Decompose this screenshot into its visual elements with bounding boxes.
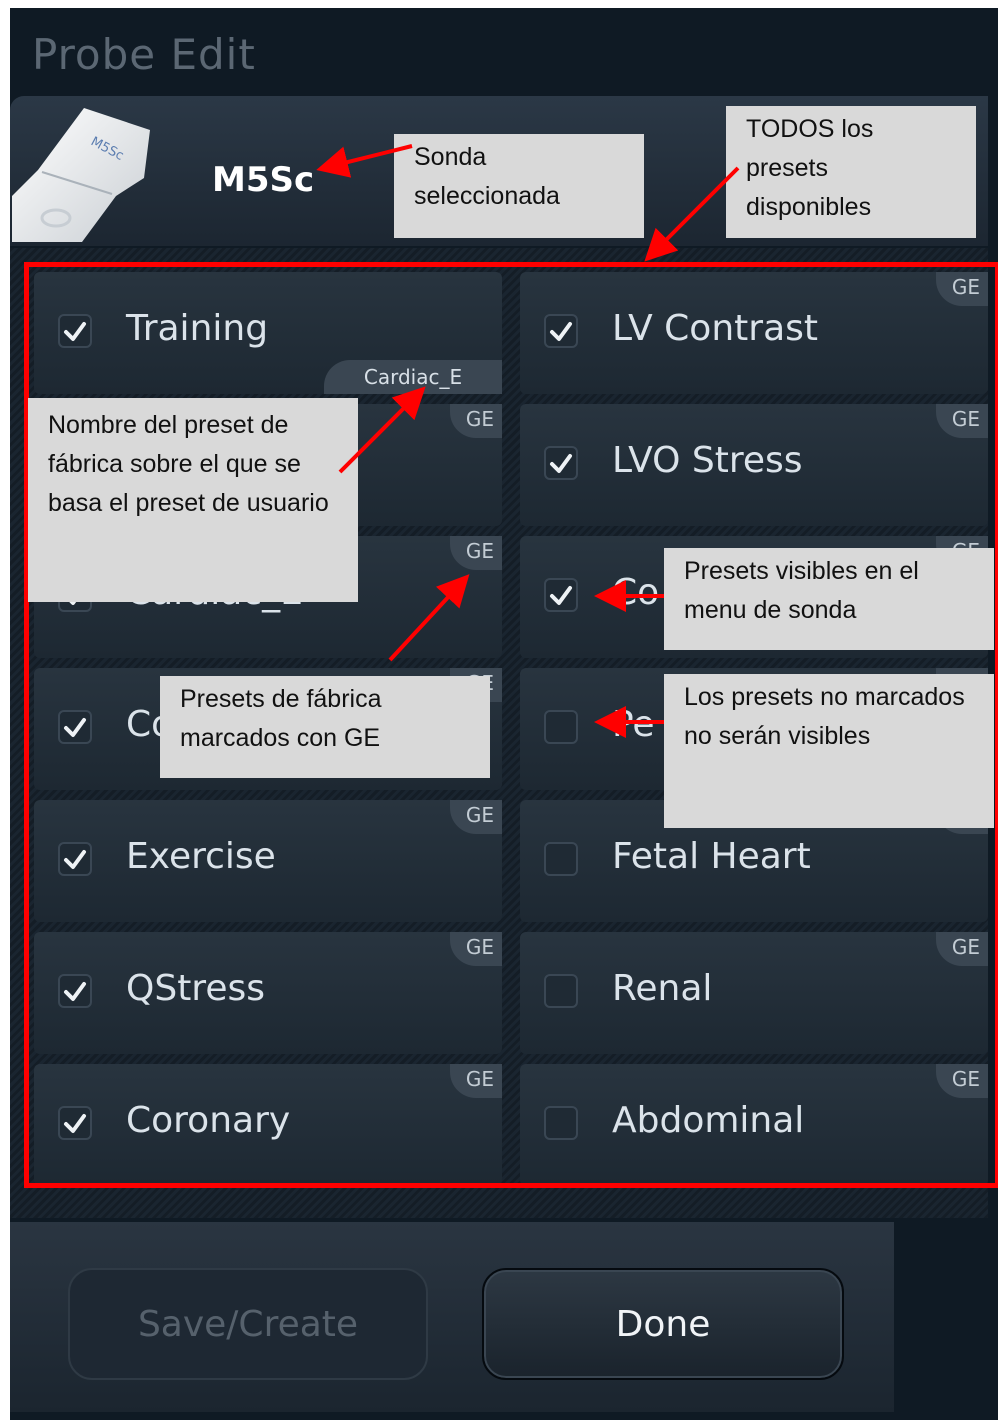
arrow-all-presets xyxy=(644,166,740,262)
arrow-base-preset xyxy=(338,386,426,474)
arrow-selected-probe xyxy=(316,144,413,178)
annotation-arrows xyxy=(316,144,740,738)
arrow-factory-presets xyxy=(388,574,470,662)
